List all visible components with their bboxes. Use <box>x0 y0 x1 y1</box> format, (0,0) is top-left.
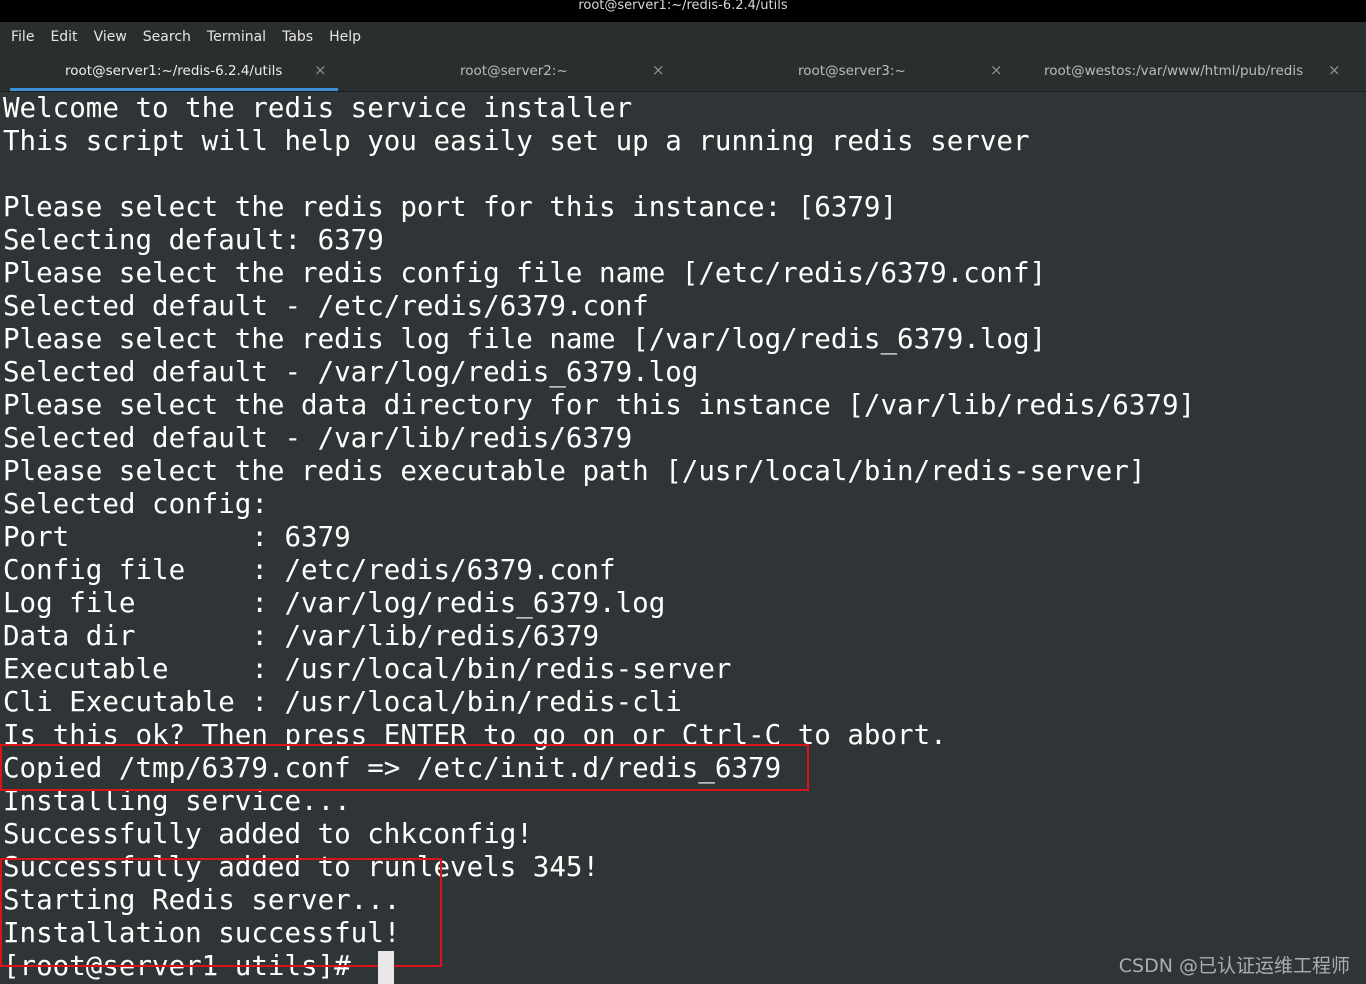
menu-view[interactable]: View <box>86 29 135 45</box>
terminal-line: Executable : /usr/local/bin/redis-server <box>3 653 732 685</box>
terminal-line: Please select the redis config file name… <box>3 257 1047 289</box>
terminal-line: Successfully added to runlevels 345! <box>3 851 600 883</box>
terminal-line: Selected config: <box>3 488 268 520</box>
terminal-line: Please select the redis log file name [/… <box>3 323 1047 355</box>
terminal-line: Installation successful! <box>3 917 401 949</box>
menu-search[interactable]: Search <box>135 29 199 45</box>
terminal-output[interactable]: Welcome to the redis service installer T… <box>0 92 1366 984</box>
menu-tabs[interactable]: Tabs <box>274 29 321 45</box>
tab-bar: root@server1:~/redis-6.2.4/utils × root@… <box>0 52 1366 92</box>
terminal-line: Cli Executable : /usr/local/bin/redis-cl… <box>3 686 682 718</box>
menu-bar: File Edit View Search Terminal Tabs Help <box>0 22 1366 52</box>
tab-label: root@server2:~ <box>460 63 568 79</box>
terminal-line: This script will help you easily set up … <box>3 125 1030 157</box>
close-icon[interactable]: × <box>990 61 1003 79</box>
active-tab-indicator <box>10 88 338 91</box>
terminal-line: Starting Redis server... <box>3 884 401 916</box>
terminal-line: Selecting default: 6379 <box>3 224 384 256</box>
menu-help[interactable]: Help <box>321 29 369 45</box>
window-title: root@server1:~/redis-6.2.4/utils <box>0 0 1366 22</box>
close-icon[interactable]: × <box>1328 61 1341 79</box>
tab-server3[interactable]: root@server3:~ × <box>678 52 1008 91</box>
terminal-line: Please select the redis executable path … <box>3 455 1146 487</box>
tab-label: root@server3:~ <box>798 63 906 79</box>
terminal-cursor <box>378 951 394 984</box>
terminal-line: Copied /tmp/6379.conf => /etc/init.d/red… <box>3 752 782 784</box>
tab-server1[interactable]: root@server1:~/redis-6.2.4/utils × <box>10 52 338 91</box>
shell-prompt: [root@server1 utils]# <box>3 950 368 982</box>
terminal-line: Please select the redis port for this in… <box>3 191 898 223</box>
menu-terminal[interactable]: Terminal <box>199 29 274 45</box>
close-icon[interactable]: × <box>652 61 665 79</box>
terminal-window: root@server1:~/redis-6.2.4/utils File Ed… <box>0 0 1366 984</box>
terminal-line: Selected default - /var/log/redis_6379.l… <box>3 356 699 388</box>
terminal-line: Selected default - /etc/redis/6379.conf <box>3 290 649 322</box>
watermark: CSDN @已认证运维工程师 <box>1118 955 1350 977</box>
tab-westos[interactable]: root@westos:/var/www/html/pub/redis × <box>1016 52 1356 91</box>
terminal-line: Installing service... <box>3 785 351 817</box>
menu-edit[interactable]: Edit <box>42 29 85 45</box>
tab-label: root@westos:/var/www/html/pub/redis <box>1044 63 1304 79</box>
tab-label: root@server1:~/redis-6.2.4/utils <box>65 63 283 79</box>
terminal-line: Please select the data directory for thi… <box>3 389 1196 421</box>
tab-server2[interactable]: root@server2:~ × <box>340 52 670 91</box>
terminal-line: Config file : /etc/redis/6379.conf <box>3 554 616 586</box>
terminal-lines: Welcome to the redis service installer T… <box>3 92 1195 983</box>
terminal-line: Log file : /var/log/redis_6379.log <box>3 587 666 619</box>
terminal-line: Port : 6379 <box>3 521 351 553</box>
terminal-line: Successfully added to chkconfig! <box>3 818 533 850</box>
terminal-line: Selected default - /var/lib/redis/6379 <box>3 422 633 454</box>
terminal-line: Is this ok? Then press ENTER to go on or… <box>3 719 947 751</box>
terminal-line: Welcome to the redis service installer <box>3 92 633 124</box>
terminal-line: Data dir : /var/lib/redis/6379 <box>3 620 600 652</box>
menu-file[interactable]: File <box>3 29 42 45</box>
close-icon[interactable]: × <box>314 61 327 79</box>
